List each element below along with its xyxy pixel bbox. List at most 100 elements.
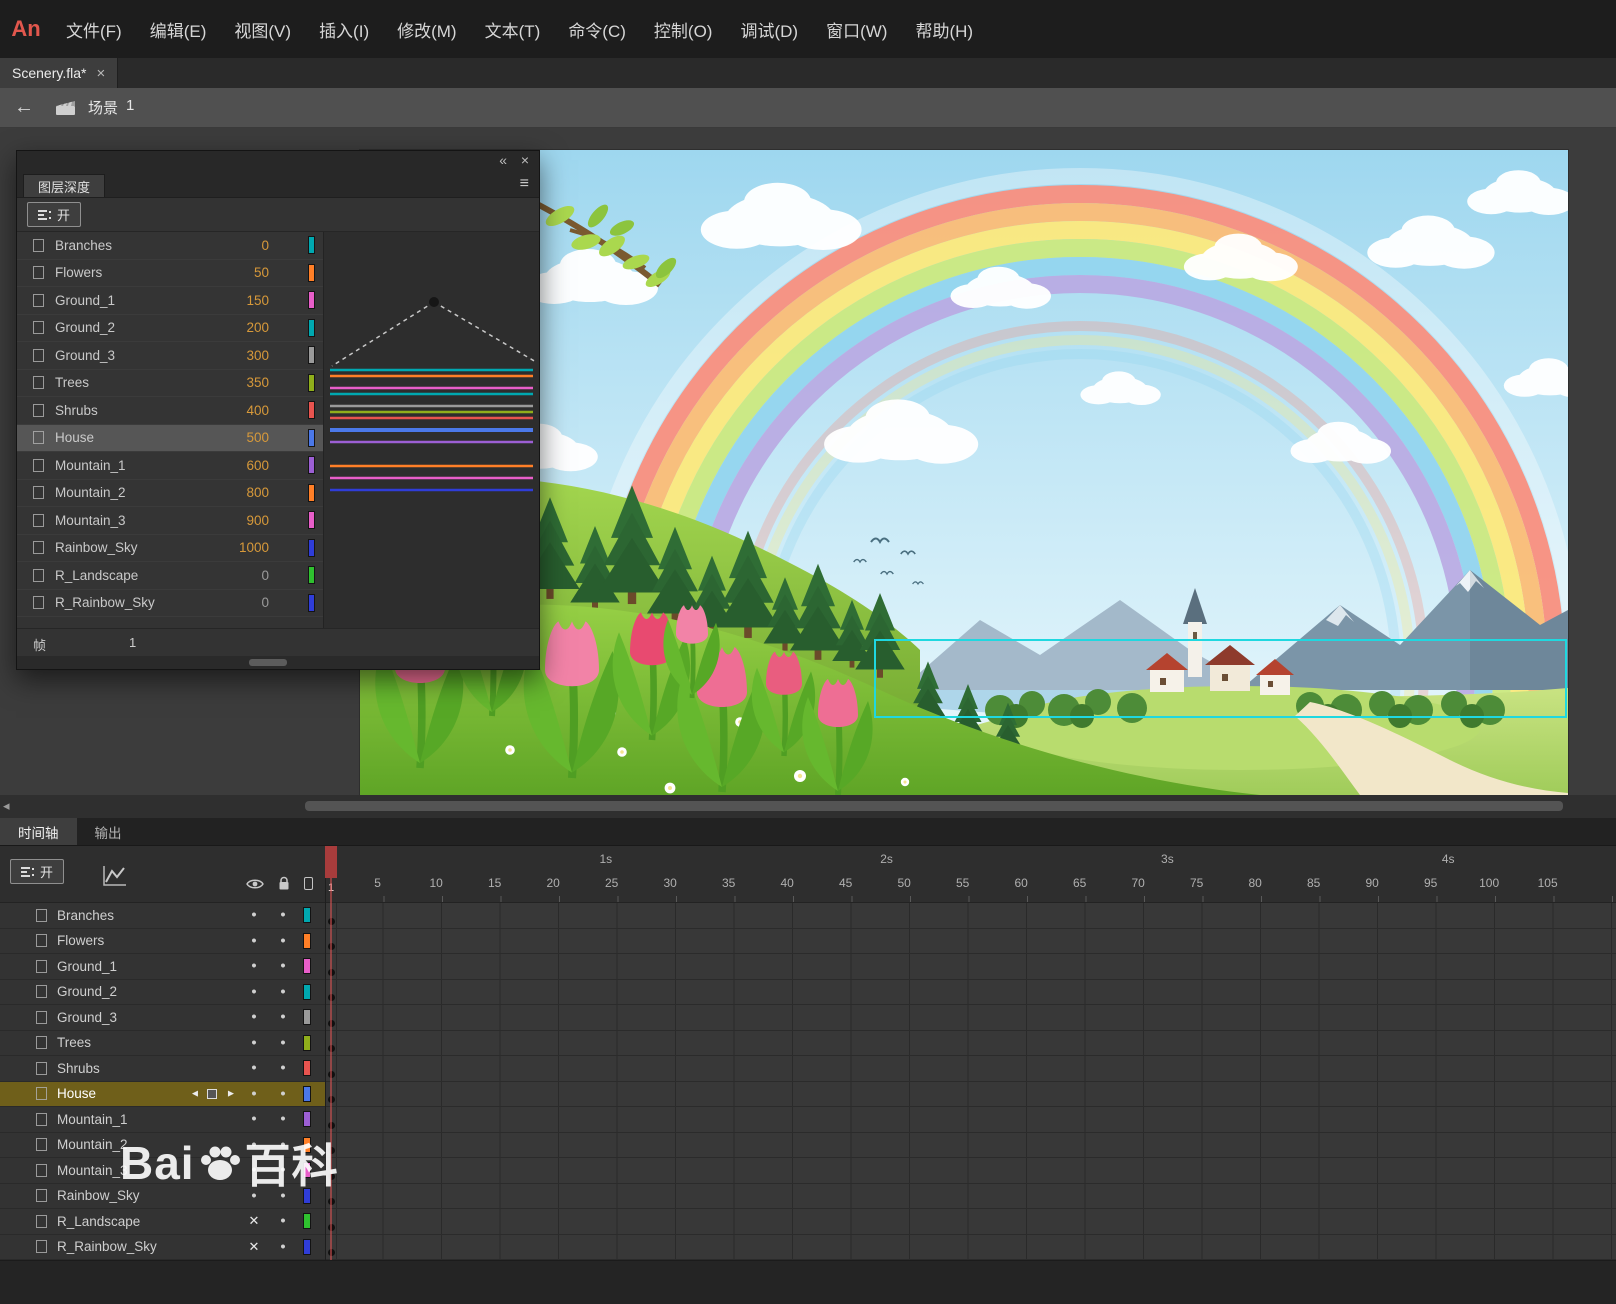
layer-color-swatch[interactable] <box>308 511 315 529</box>
layer-color-swatch[interactable] <box>303 1035 311 1051</box>
menu-item-6[interactable]: 命令(C) <box>554 0 640 58</box>
timeline-toolbar-and-ruler[interactable]: 开 1s2s3s4s510152025303540455055606570758… <box>0 846 1616 903</box>
stage-scroll-thumb[interactable] <box>305 801 1563 811</box>
layer-depth-value[interactable]: 150 <box>207 293 269 308</box>
layer-color-swatch[interactable] <box>308 566 315 584</box>
visibility-toggle[interactable]: • <box>247 1085 261 1102</box>
layer-depth-value[interactable]: 350 <box>207 375 269 390</box>
layer-depth-value[interactable]: 200 <box>207 320 269 335</box>
layer-depth-value[interactable]: 1000 <box>207 540 269 555</box>
tab-timeline[interactable]: 时间轴 <box>0 818 77 845</box>
layer-color-swatch[interactable] <box>303 1213 311 1229</box>
lock-toggle[interactable]: • <box>276 1213 290 1230</box>
tween-marker[interactable] <box>207 1089 217 1099</box>
layer-color-swatch[interactable] <box>308 319 315 337</box>
layer-depth-value[interactable]: 0 <box>207 595 269 610</box>
layer-depth-value[interactable]: 0 <box>207 238 269 253</box>
visibility-toggle[interactable]: ✕ <box>247 1213 261 1229</box>
lock-toggle[interactable]: • <box>276 1060 290 1077</box>
timeline-layer-name-cell[interactable]: House◄►•• <box>0 1082 325 1108</box>
visibility-toggle[interactable]: • <box>247 907 261 924</box>
timeline-layer-name-cell[interactable]: Ground_3•• <box>0 1005 325 1031</box>
layer-color-swatch[interactable] <box>308 374 315 392</box>
timeline-layer-name-cell[interactable]: Ground_1•• <box>0 954 325 980</box>
layer-color-swatch[interactable] <box>303 958 311 974</box>
menu-item-7[interactable]: 控制(O) <box>640 0 727 58</box>
prev-keyframe-icon[interactable]: ◄ <box>190 1088 200 1099</box>
visibility-toggle[interactable]: • <box>247 958 261 975</box>
menu-item-9[interactable]: 窗口(W) <box>812 0 901 58</box>
depth-layer-row[interactable]: Ground_2200 <box>17 315 323 343</box>
layer-color-swatch[interactable] <box>308 594 315 612</box>
layer-depth-value[interactable]: 900 <box>207 513 269 528</box>
timeline-frames-row[interactable] <box>325 1056 1616 1082</box>
layer-depth-value[interactable]: 500 <box>207 430 269 445</box>
layer-color-swatch[interactable] <box>303 907 311 923</box>
layer-color-swatch[interactable] <box>308 456 315 474</box>
menu-item-10[interactable]: 帮助(H) <box>901 0 987 58</box>
playhead-head[interactable] <box>325 846 337 878</box>
depth-layer-row[interactable]: Ground_1150 <box>17 287 323 315</box>
timeline-layer-name-cell[interactable]: Branches•• <box>0 903 325 929</box>
depth-layer-row[interactable]: Mountain_2800 <box>17 480 323 508</box>
layer-color-swatch[interactable] <box>308 291 315 309</box>
timeline-frames-row[interactable] <box>325 1235 1616 1261</box>
layer-depth-value[interactable]: 800 <box>207 485 269 500</box>
layer-depth-tab[interactable]: 图层深度 <box>23 174 105 197</box>
timeline-frames-row[interactable] <box>325 1107 1616 1133</box>
lock-toggle[interactable]: • <box>276 958 290 975</box>
layer-color-swatch[interactable] <box>308 264 315 282</box>
menu-item-4[interactable]: 修改(M) <box>383 0 470 58</box>
timeline-layer-name-cell[interactable]: R_Rainbow_Sky✕• <box>0 1235 325 1261</box>
layer-color-swatch[interactable] <box>308 346 315 364</box>
timeline-layer-name-cell[interactable]: Shrubs•• <box>0 1056 325 1082</box>
timeline-frames-row[interactable] <box>325 954 1616 980</box>
layer-color-swatch[interactable] <box>308 236 315 254</box>
visibility-toggle[interactable]: • <box>247 932 261 949</box>
menu-item-3[interactable]: 插入(I) <box>305 0 383 58</box>
layer-color-swatch[interactable] <box>308 539 315 557</box>
lock-toggle[interactable]: • <box>276 983 290 1000</box>
timeline-depth-toggle-button[interactable]: 开 <box>10 859 64 884</box>
layer-color-swatch[interactable] <box>308 429 315 447</box>
close-panel-icon[interactable]: × <box>521 152 529 168</box>
visibility-toggle[interactable]: • <box>247 1034 261 1051</box>
timeline-frames-row[interactable] <box>325 1158 1616 1184</box>
timeline-frames-row[interactable] <box>325 1184 1616 1210</box>
depth-layer-row[interactable]: Rainbow_Sky1000 <box>17 535 323 563</box>
back-arrow-icon[interactable]: ← <box>14 96 34 119</box>
menu-item-1[interactable]: 编辑(E) <box>136 0 221 58</box>
next-keyframe-icon[interactable]: ► <box>226 1088 236 1099</box>
lock-toggle[interactable]: • <box>276 1238 290 1255</box>
layer-depth-value[interactable]: 300 <box>207 348 269 363</box>
graph-editor-icon[interactable] <box>102 864 128 888</box>
lock-toggle[interactable]: • <box>276 907 290 924</box>
timeline-layer-name-cell[interactable]: Flowers•• <box>0 929 325 955</box>
layer-depth-toggle-button[interactable]: 开 <box>27 202 81 227</box>
eye-icon[interactable] <box>246 878 264 890</box>
visibility-toggle[interactable]: ✕ <box>247 1239 261 1255</box>
stage-canvas[interactable] <box>360 150 1568 795</box>
visibility-toggle[interactable]: • <box>247 1009 261 1026</box>
timeline-frames-row[interactable] <box>325 980 1616 1006</box>
panel-menu-icon[interactable]: ≡ <box>520 175 529 193</box>
visibility-toggle[interactable]: • <box>247 1111 261 1128</box>
timeline-frames-row[interactable] <box>325 1082 1616 1108</box>
collapse-panel-icon[interactable]: « <box>499 152 507 168</box>
layer-color-swatch[interactable] <box>303 1060 311 1076</box>
menu-item-0[interactable]: 文件(F) <box>52 0 136 58</box>
timeline-layer-name-cell[interactable]: Ground_2•• <box>0 980 325 1006</box>
depth-layer-row[interactable]: Trees350 <box>17 370 323 398</box>
layer-color-swatch[interactable] <box>303 1111 311 1127</box>
playhead[interactable]: 1 <box>325 846 337 1260</box>
menu-item-5[interactable]: 文本(T) <box>471 0 555 58</box>
lock-toggle[interactable]: • <box>276 1034 290 1051</box>
timeline-frames-row[interactable] <box>325 1133 1616 1159</box>
timeline-frames-row[interactable] <box>325 1005 1616 1031</box>
tab-output[interactable]: 输出 <box>77 818 140 845</box>
lock-toggle[interactable]: • <box>276 1085 290 1102</box>
scroll-left-arrow-icon[interactable]: ◂ <box>3 798 10 814</box>
layer-color-swatch[interactable] <box>303 1086 311 1102</box>
lock-toggle[interactable]: • <box>276 932 290 949</box>
menu-item-8[interactable]: 调试(D) <box>726 0 812 58</box>
